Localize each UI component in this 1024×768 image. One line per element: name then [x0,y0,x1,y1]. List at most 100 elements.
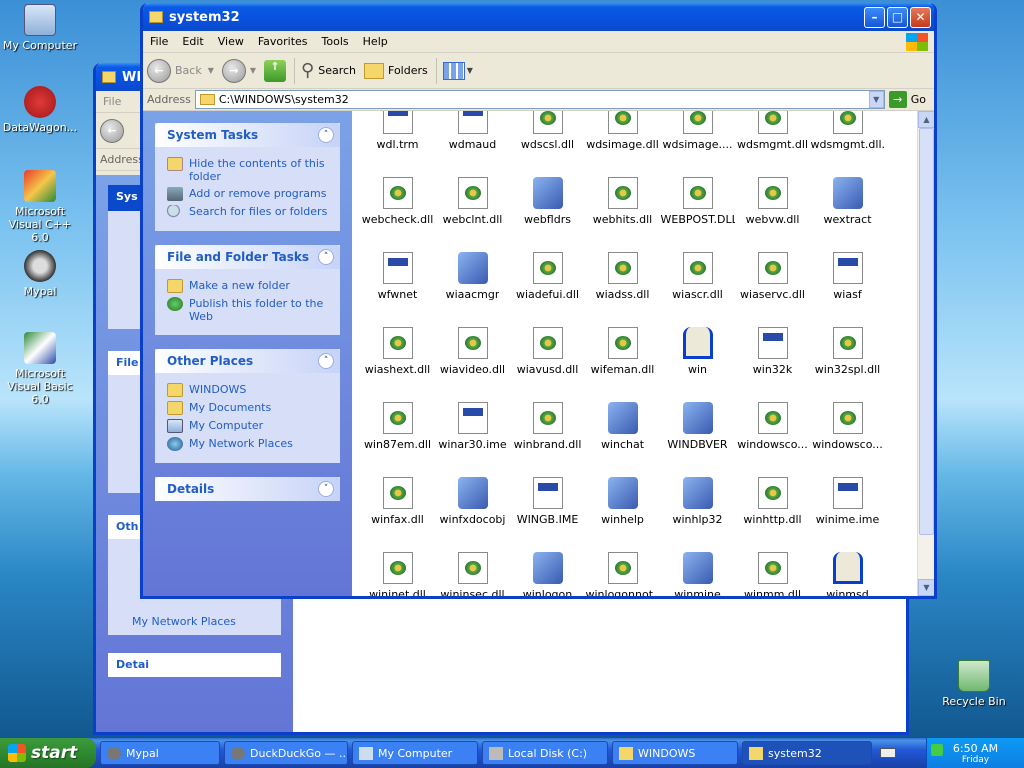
menu-help[interactable]: Help [356,35,395,48]
task-my-computer[interactable]: My Computer [352,741,478,765]
file-item[interactable]: webhits.dll [585,169,660,244]
menu-edit[interactable]: Edit [175,35,210,48]
place-my-computer[interactable]: My Computer [167,419,330,433]
file-item[interactable]: webcheck.dll [360,169,435,244]
file-item[interactable]: webvw.dll [735,169,810,244]
file-item[interactable]: winmm.dll [735,544,810,596]
file-item[interactable]: winlogon [510,544,585,596]
file-item[interactable]: webclnt.dll [435,169,510,244]
vertical-scrollbar[interactable]: ▲ ▼ [917,111,934,596]
address-input[interactable]: C:\WINDOWS\system32 ▼ [194,90,885,109]
file-item[interactable]: winmine [660,544,735,596]
file-item[interactable]: wdsmgmt.dll [735,111,810,169]
chevron-down-icon[interactable]: ▼ [208,66,214,75]
file-item[interactable]: wiaservc.dll [735,244,810,319]
back-button[interactable]: ← Back ▼ [147,58,214,83]
window-titlebar[interactable]: system32 – □ ✕ [143,3,934,31]
file-item[interactable]: winhelp [585,469,660,544]
file-item[interactable]: win32spl.dll [810,319,885,394]
task-search-files[interactable]: Search for files or folders [167,205,330,219]
file-item[interactable]: WINGB.IME [510,469,585,544]
file-item[interactable]: windowsco... [735,394,810,469]
views-button[interactable]: ▼ [442,61,473,80]
network-tray-icon[interactable] [931,744,943,756]
file-item[interactable]: winhttp.dll [735,469,810,544]
file-item[interactable]: wextract [810,169,885,244]
file-item[interactable]: wiavusd.dll [510,319,585,394]
task-make-new-folder[interactable]: Make a new folder [167,279,330,293]
task-windows[interactable]: WINDOWS [612,741,738,765]
file-item[interactable]: WEBPOST.DLL [660,169,735,244]
task-local-disk[interactable]: Local Disk (C:) [482,741,608,765]
scroll-thumb[interactable] [919,128,934,535]
desktop-icon-my-computer[interactable]: My Computer [0,4,80,52]
clock-time[interactable]: 6:50 AM [953,742,998,755]
file-item[interactable]: wiavideo.dll [435,319,510,394]
place-network[interactable]: My Network Places [167,437,330,451]
file-item[interactable]: wdmaud [435,111,510,169]
collapse-icon[interactable]: ˄ [318,353,334,369]
panel-header[interactable]: File and Folder Tasks ˄ [155,245,340,269]
up-button[interactable]: ↑ [264,59,287,82]
menu-favorites[interactable]: Favorites [251,35,315,48]
file-item[interactable]: windowsco... [810,394,885,469]
file-item[interactable]: wifeman.dll [585,319,660,394]
file-item[interactable]: winmsd [810,544,885,596]
address-dropdown-icon[interactable]: ▼ [868,91,884,108]
file-item[interactable]: wiashext.dll [360,319,435,394]
file-item[interactable]: win87em.dll [360,394,435,469]
file-item[interactable]: winchat [585,394,660,469]
file-item[interactable]: wdsimage.dll [585,111,660,169]
file-item[interactable]: wininsec.dll [435,544,510,596]
file-item[interactable]: wfwnet [360,244,435,319]
task-publish-web[interactable]: Publish this folder to the Web [167,297,330,323]
task-hide-contents[interactable]: Hide the contents of this folder [167,157,330,183]
file-item[interactable]: wdsimage.... [660,111,735,169]
file-item[interactable]: wdscsl.dll [510,111,585,169]
panel-header[interactable]: Other Places ˄ [155,349,340,373]
desktop-icon-visual-cpp[interactable]: Microsoft Visual C++ 6.0 [0,170,80,244]
task-mypal[interactable]: Mypal [100,741,220,765]
desktop-icon-datawagon[interactable]: DataWagon... [0,86,80,134]
file-item[interactable]: winbrand.dll [510,394,585,469]
back-link-network-places[interactable]: My Network Places [132,615,236,628]
task-system32[interactable]: system32 [742,741,872,765]
menu-file[interactable]: File [143,35,175,48]
desktop-icon-mypal[interactable]: Mypal [0,250,80,298]
task-duckduckgo[interactable]: DuckDuckGo — ... [224,741,348,765]
maximize-button[interactable]: □ [887,6,908,28]
collapse-icon[interactable]: ˄ [318,127,334,143]
file-item[interactable]: webfldrs [510,169,585,244]
menu-tools[interactable]: Tools [315,35,356,48]
scroll-up-icon[interactable]: ▲ [918,111,934,128]
file-item[interactable]: wininet.dll [360,544,435,596]
desktop-icon-recycle-bin[interactable]: Recycle Bin [934,660,1014,708]
panel-header[interactable]: System Tasks ˄ [155,123,340,147]
file-item[interactable]: winhlp32 [660,469,735,544]
back-arrow-icon[interactable]: ← [100,118,124,143]
file-item[interactable]: wiaacmgr [435,244,510,319]
place-windows[interactable]: WINDOWS [167,383,330,397]
start-button[interactable]: start [0,738,96,768]
keyboard-icon[interactable] [880,748,896,758]
file-item[interactable]: wiadefui.dll [510,244,585,319]
file-item[interactable]: wdl.trm [360,111,435,169]
file-item[interactable]: winime.ime [810,469,885,544]
file-item[interactable]: win32k [735,319,810,394]
file-item[interactable]: win [660,319,735,394]
expand-icon[interactable]: ˅ [318,481,334,497]
file-item[interactable]: winlogonnot... [585,544,660,596]
go-button[interactable]: → Go [888,91,926,108]
minimize-button[interactable]: – [864,6,885,28]
search-button[interactable]: ⚲ Search [301,60,356,81]
task-add-remove-programs[interactable]: Add or remove programs [167,187,330,201]
file-item[interactable]: wiasf [810,244,885,319]
close-button[interactable]: ✕ [910,6,931,28]
file-item[interactable]: winar30.ime [435,394,510,469]
file-item[interactable]: winfxdocobj [435,469,510,544]
scroll-down-icon[interactable]: ▼ [918,579,934,596]
system32-window[interactable]: system32 – □ ✕ File Edit View Favorites … [140,3,937,599]
file-item[interactable]: wiascr.dll [660,244,735,319]
desktop-icon-visual-basic[interactable]: Microsoft Visual Basic 6.0 [0,332,80,406]
forward-button[interactable]: → ▼ [221,58,256,83]
